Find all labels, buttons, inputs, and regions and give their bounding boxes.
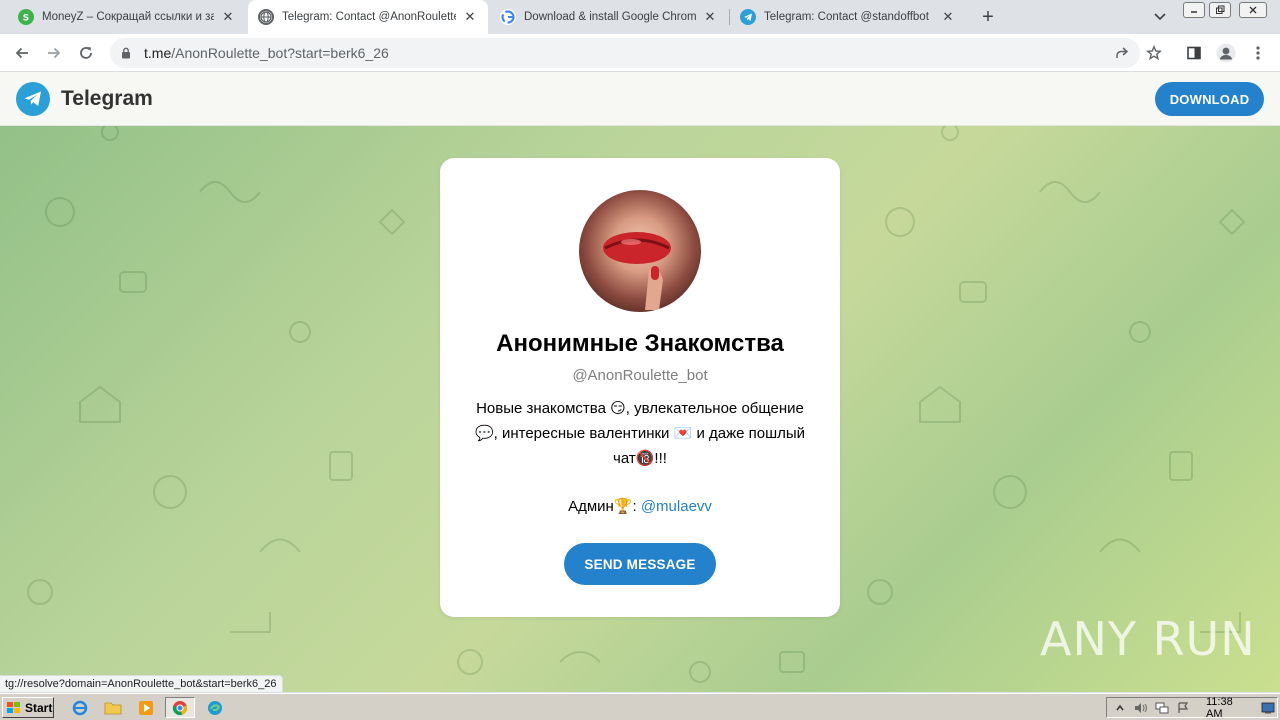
flag-icon[interactable] <box>1175 699 1192 717</box>
download-button[interactable]: DOWNLOAD <box>1155 82 1264 116</box>
tab-title: Download & install Google Chrome - <box>524 11 696 23</box>
bot-description: Новые знакомства 😏, увлекательное общени… <box>458 396 822 471</box>
new-tab-button[interactable]: + <box>976 5 1000 29</box>
url-path: /AnonRoulette_bot?start=berk6_26 <box>171 45 389 61</box>
chrome-icon[interactable] <box>165 697 195 718</box>
telegram-header: Telegram DOWNLOAD <box>0 72 1280 126</box>
google-icon <box>500 9 516 25</box>
close-icon[interactable]: ✕ <box>702 9 718 25</box>
contact-card: Анонимные Знакомства @AnonRoulette_bot Н… <box>440 158 840 617</box>
restore-button[interactable] <box>1209 2 1231 18</box>
close-icon[interactable]: ✕ <box>940 9 956 25</box>
ie-icon[interactable] <box>68 697 92 718</box>
telegram-icon <box>740 9 756 25</box>
svg-text:S: S <box>23 14 29 23</box>
bot-username: @AnonRoulette_bot <box>572 367 708 384</box>
clock[interactable]: 11:38 AM <box>1206 696 1250 720</box>
admin-username-link[interactable]: @mulaevv <box>641 498 712 515</box>
profile-avatar-icon[interactable] <box>1214 41 1238 65</box>
close-icon[interactable]: ✕ <box>462 9 478 25</box>
bookmark-star-icon[interactable] <box>1142 41 1166 65</box>
windows-taskbar: Start 11:38 AM <box>0 693 1280 720</box>
watermark-text: ANY RUN <box>1040 612 1256 666</box>
send-message-button[interactable]: SEND MESSAGE <box>564 543 716 585</box>
admin-label: Админ🏆: <box>568 498 641 515</box>
tab-title: Telegram: Contact @AnonRoulette_b <box>282 11 456 23</box>
tab-strip: S MoneyZ – Сокращай ссылки и зара ✕ Tele… <box>0 0 1280 34</box>
back-arrow-icon[interactable] <box>10 41 34 65</box>
tab-telegram-standoff[interactable]: Telegram: Contact @standoffbot ✕ <box>730 0 966 34</box>
reload-icon[interactable] <box>74 41 98 65</box>
telegram-brand-name[interactable]: Telegram <box>61 87 153 111</box>
browser-toolbar: t.me/AnonRoulette_bot?start=berk6_26 <box>0 34 1280 72</box>
bot-avatar <box>579 190 701 312</box>
moneyz-icon: S <box>18 9 34 25</box>
description-line: чат🔞!!! <box>613 450 667 467</box>
side-panel-icon[interactable] <box>1182 41 1206 65</box>
url-host: t.me <box>144 45 172 61</box>
start-label: Start <box>25 700 53 715</box>
description-line: 💬, интересные валентинки 💌 и даже пошлый <box>474 425 806 442</box>
close-window-button[interactable] <box>1239 2 1267 18</box>
forward-arrow-icon[interactable] <box>42 41 66 65</box>
globe-icon <box>258 9 274 25</box>
share-icon[interactable] <box>1110 41 1134 65</box>
description-line: Новые знакомства 😏, увлекательное общени… <box>476 400 804 417</box>
tab-moneyz[interactable]: S MoneyZ – Сокращай ссылки и зара ✕ <box>8 0 246 34</box>
system-tray: 11:38 AM <box>1106 696 1278 720</box>
telegram-web-page: Telegram DOWNLOAD Анонимные Знакомства @… <box>0 72 1280 692</box>
anyrun-watermark: ANY RUN <box>1040 612 1256 666</box>
edge-icon[interactable] <box>203 697 227 718</box>
tray-expand-icon[interactable] <box>1111 699 1128 717</box>
tab-title: Telegram: Contact @standoffbot <box>764 11 929 23</box>
volume-icon[interactable] <box>1132 699 1149 717</box>
close-icon[interactable]: ✕ <box>220 9 236 25</box>
start-button[interactable]: Start <box>2 697 54 718</box>
address-bar[interactable]: t.me/AnonRoulette_bot?start=berk6_26 <box>110 38 1140 68</box>
tab-chrome-download[interactable]: Download & install Google Chrome - ✕ <box>490 0 728 34</box>
media-player-icon[interactable] <box>134 697 158 718</box>
admin-line: Админ🏆: @mulaevv <box>440 497 840 515</box>
windows-logo-icon <box>7 701 20 713</box>
folder-icon[interactable] <box>101 697 125 718</box>
network-icon[interactable] <box>1154 699 1171 717</box>
url-text: t.me/AnonRoulette_bot?start=berk6_26 <box>144 45 389 61</box>
tab-search-chevron-icon[interactable] <box>1150 7 1170 27</box>
minimize-button[interactable] <box>1183 2 1205 18</box>
show-desktop-icon[interactable] <box>1260 699 1277 717</box>
tab-telegram-anonroulette[interactable]: Telegram: Contact @AnonRoulette_b ✕ <box>248 0 488 34</box>
link-status-bar: tg://resolve?domain=AnonRoulette_bot&sta… <box>0 675 283 693</box>
menu-kebab-icon[interactable] <box>1246 41 1270 65</box>
telegram-logo-icon[interactable] <box>16 82 50 116</box>
lock-icon[interactable] <box>120 46 132 60</box>
tab-title: MoneyZ – Сокращай ссылки и зара <box>42 11 214 23</box>
bot-title: Анонимные Знакомства <box>496 330 784 357</box>
